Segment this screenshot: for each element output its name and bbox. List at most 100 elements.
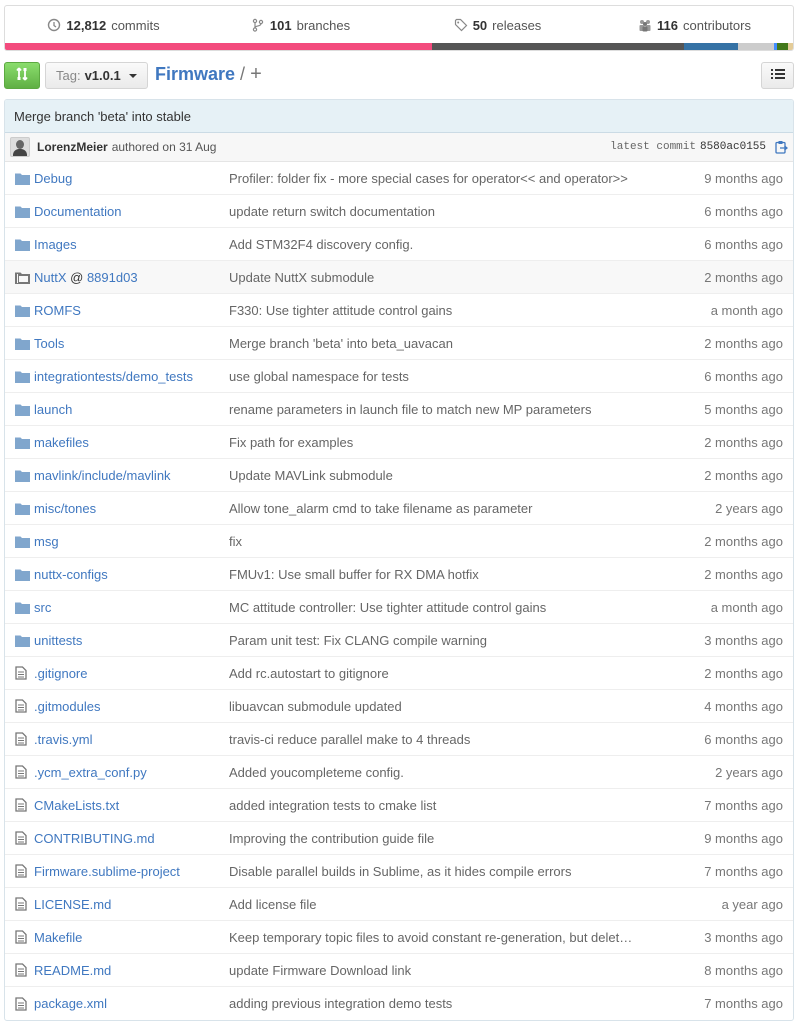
commit-message-link[interactable]: fix xyxy=(229,534,659,549)
table-row: makefiles Fix path for examples 2 months a… xyxy=(5,426,793,459)
commit-message-link[interactable]: adding previous integration demo tests xyxy=(229,996,659,1011)
language-segment[interactable] xyxy=(432,43,685,50)
contributors-link[interactable]: 116 contributors xyxy=(596,18,793,33)
releases-link[interactable]: 50 releases xyxy=(399,18,596,33)
commit-message-link[interactable]: Keep temporary topic files to avoid cons… xyxy=(229,930,659,945)
submodule-name: NuttX @ 8891d03 xyxy=(34,270,229,285)
repo-summary: 12,812 commits 101 branches 50 releases … xyxy=(4,5,794,51)
table-row: .ycm_extra_conf.py Added youcompleteme co… xyxy=(5,756,793,789)
repo-root-link[interactable]: Firmware xyxy=(155,64,235,85)
branch-icon xyxy=(251,18,265,32)
commit-message-link[interactable]: Update MAVLink submodule xyxy=(229,468,659,483)
table-row: package.xml adding previous integration d… xyxy=(5,987,793,1020)
commit-message-link[interactable]: Param unit test: Fix CLANG compile warni… xyxy=(229,633,659,648)
file-name-link[interactable]: package.xml xyxy=(34,996,229,1011)
file-name-link[interactable]: Debug xyxy=(34,171,229,186)
latest-commit-message[interactable]: Merge branch 'beta' into stable xyxy=(5,100,793,133)
commits-count: 12,812 xyxy=(66,17,107,33)
list-view-button[interactable] xyxy=(761,62,794,89)
file-name-link[interactable]: misc/tones xyxy=(34,501,229,516)
language-segment[interactable] xyxy=(684,43,738,50)
file-name-link[interactable]: .gitignore xyxy=(34,666,229,681)
commit-message-link[interactable]: Added youcompleteme config. xyxy=(229,765,659,780)
file-name-link[interactable]: LICENSE.md xyxy=(34,897,229,912)
commit-message-link[interactable]: travis-ci reduce parallel make to 4 thre… xyxy=(229,732,659,747)
commit-message-link[interactable]: Add license file xyxy=(229,897,659,912)
commit-message-link[interactable]: Allow tone_alarm cmd to take filename as… xyxy=(229,501,659,516)
language-segment[interactable] xyxy=(788,43,793,50)
file-name-link[interactable]: launch xyxy=(34,402,229,417)
caret-down-icon xyxy=(128,73,137,78)
submodule-ref-link[interactable]: 8891d03 xyxy=(87,270,138,285)
commit-message-link[interactable]: Profiler: folder fix - more special case… xyxy=(229,171,659,186)
file-rows: Debug Profiler: folder fix - more special… xyxy=(5,162,793,1020)
commit-age: 3 months ago xyxy=(704,929,783,945)
new-file-button[interactable]: + xyxy=(250,63,262,86)
file-name-link[interactable]: README.md xyxy=(34,963,229,978)
submodule-folder-icon xyxy=(5,271,34,284)
submodule-at: @ xyxy=(66,269,87,285)
commit-message-link[interactable]: Improving the contribution guide file xyxy=(229,831,659,846)
commit-message-link[interactable]: Merge branch 'beta' into beta_uavacan xyxy=(229,336,659,351)
commit-message-link[interactable]: Disable parallel builds in Sublime, as i… xyxy=(229,864,659,879)
file-name-link[interactable]: NuttX xyxy=(34,270,67,285)
commit-message-link[interactable]: libuavcan submodule updated xyxy=(229,699,659,714)
file-name-link[interactable]: .ycm_extra_conf.py xyxy=(34,765,229,780)
file-name-link[interactable]: src xyxy=(34,600,229,615)
commit-age: 6 months ago xyxy=(704,203,783,219)
file-name-link[interactable]: .gitmodules xyxy=(34,699,229,714)
branch-tag-selector[interactable]: Tag: v1.0.1 xyxy=(45,62,148,89)
commit-age: 6 months ago xyxy=(704,731,783,747)
commit-message-link[interactable]: MC attitude controller: Use tighter atti… xyxy=(229,600,659,615)
file-name-link[interactable]: .travis.yml xyxy=(34,732,229,747)
file-name-link[interactable]: CMakeLists.txt xyxy=(34,798,229,813)
branches-link[interactable]: 101 branches xyxy=(202,18,399,33)
commit-age: 6 months ago xyxy=(704,368,783,384)
commit-age: a year ago xyxy=(721,896,783,912)
file-name-link[interactable]: Tools xyxy=(34,336,229,351)
avatar[interactable] xyxy=(10,137,30,157)
language-segment[interactable] xyxy=(737,43,775,50)
file-listing: Merge branch 'beta' into stable LorenzMe… xyxy=(4,99,794,1021)
commit-message-link[interactable]: update return switch documentation xyxy=(229,204,659,219)
file-name-link[interactable]: ROMFS xyxy=(34,303,229,318)
compare-button[interactable] xyxy=(4,62,40,89)
file-name-link[interactable]: Makefile xyxy=(34,930,229,945)
commit-author[interactable]: LorenzMeier xyxy=(37,140,108,154)
commit-message-link[interactable]: Fix path for examples xyxy=(229,435,659,450)
folder-icon xyxy=(5,634,34,647)
commit-age: 2 months ago xyxy=(704,566,783,582)
file-name-link[interactable]: Firmware.sublime-project xyxy=(34,864,229,879)
commit-message-link[interactable]: use global namespace for tests xyxy=(229,369,659,384)
language-segment[interactable] xyxy=(5,43,433,50)
commit-message-link[interactable]: update Firmware Download link xyxy=(229,963,659,978)
commit-message-link[interactable]: rename parameters in launch file to matc… xyxy=(229,402,659,417)
file-name-link[interactable]: CONTRIBUTING.md xyxy=(34,831,229,846)
file-name-link[interactable]: integrationtests/demo_tests xyxy=(34,369,229,384)
file-name-link[interactable]: makefiles xyxy=(34,435,229,450)
file-name-link[interactable]: msg xyxy=(34,534,229,549)
commit-message-link[interactable]: Add rc.autostart to gitignore xyxy=(229,666,659,681)
file-name-link[interactable]: nuttx-configs xyxy=(34,567,229,582)
commit-message-link[interactable]: Add STM32F4 discovery config. xyxy=(229,237,659,252)
file-name-link[interactable]: mavlink/include/mavlink xyxy=(34,468,229,483)
commit-message-link[interactable]: FMUv1: Use small buffer for RX DMA hotfi… xyxy=(229,567,659,582)
file-name-link[interactable]: unittests xyxy=(34,633,229,648)
numbers-summary: 12,812 commits 101 branches 50 releases … xyxy=(5,6,793,44)
commit-message-text: Merge branch 'beta' into stable xyxy=(14,108,191,124)
releases-label: releases xyxy=(492,17,542,33)
language-segment[interactable] xyxy=(777,43,789,50)
table-row: ROMFS F330: Use tighter attitude control … xyxy=(5,294,793,327)
commit-message-link[interactable]: added integration tests to cmake list xyxy=(229,798,659,813)
commit-age: a month ago xyxy=(710,302,783,318)
commit-meta: LorenzMeier authored on 31 Aug latest co… xyxy=(5,133,793,162)
commits-link[interactable]: 12,812 commits xyxy=(5,18,202,33)
file-name-link[interactable]: Documentation xyxy=(34,204,229,219)
clipboard-icon[interactable] xyxy=(774,140,789,154)
language-bar[interactable] xyxy=(5,43,793,50)
file-icon xyxy=(5,996,34,1011)
commit-sha[interactable]: 8580ac0155 xyxy=(700,141,766,153)
commit-message-link[interactable]: Update NuttX submodule xyxy=(229,270,659,285)
file-name-link[interactable]: Images xyxy=(34,237,229,252)
commit-message-link[interactable]: F330: Use tighter attitude control gains xyxy=(229,303,659,318)
